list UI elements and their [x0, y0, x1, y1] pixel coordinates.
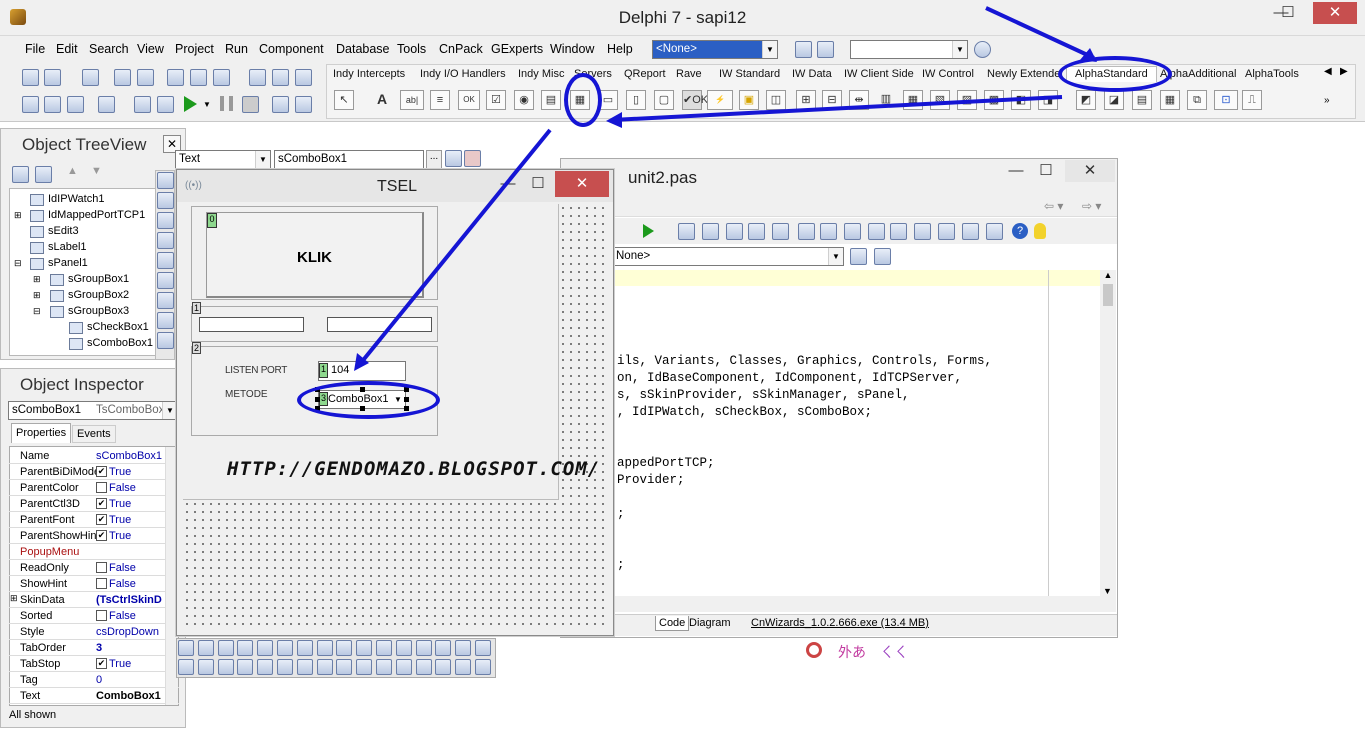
arrow-head [1080, 48, 1097, 62]
arrow-head [606, 112, 622, 128]
arrow-to-form-combobox [358, 128, 552, 366]
annotation-arrows [354, 6, 1097, 371]
arrow-to-combobox-icon [611, 95, 1063, 122]
arrow-to-alphastandard [985, 6, 1095, 60]
